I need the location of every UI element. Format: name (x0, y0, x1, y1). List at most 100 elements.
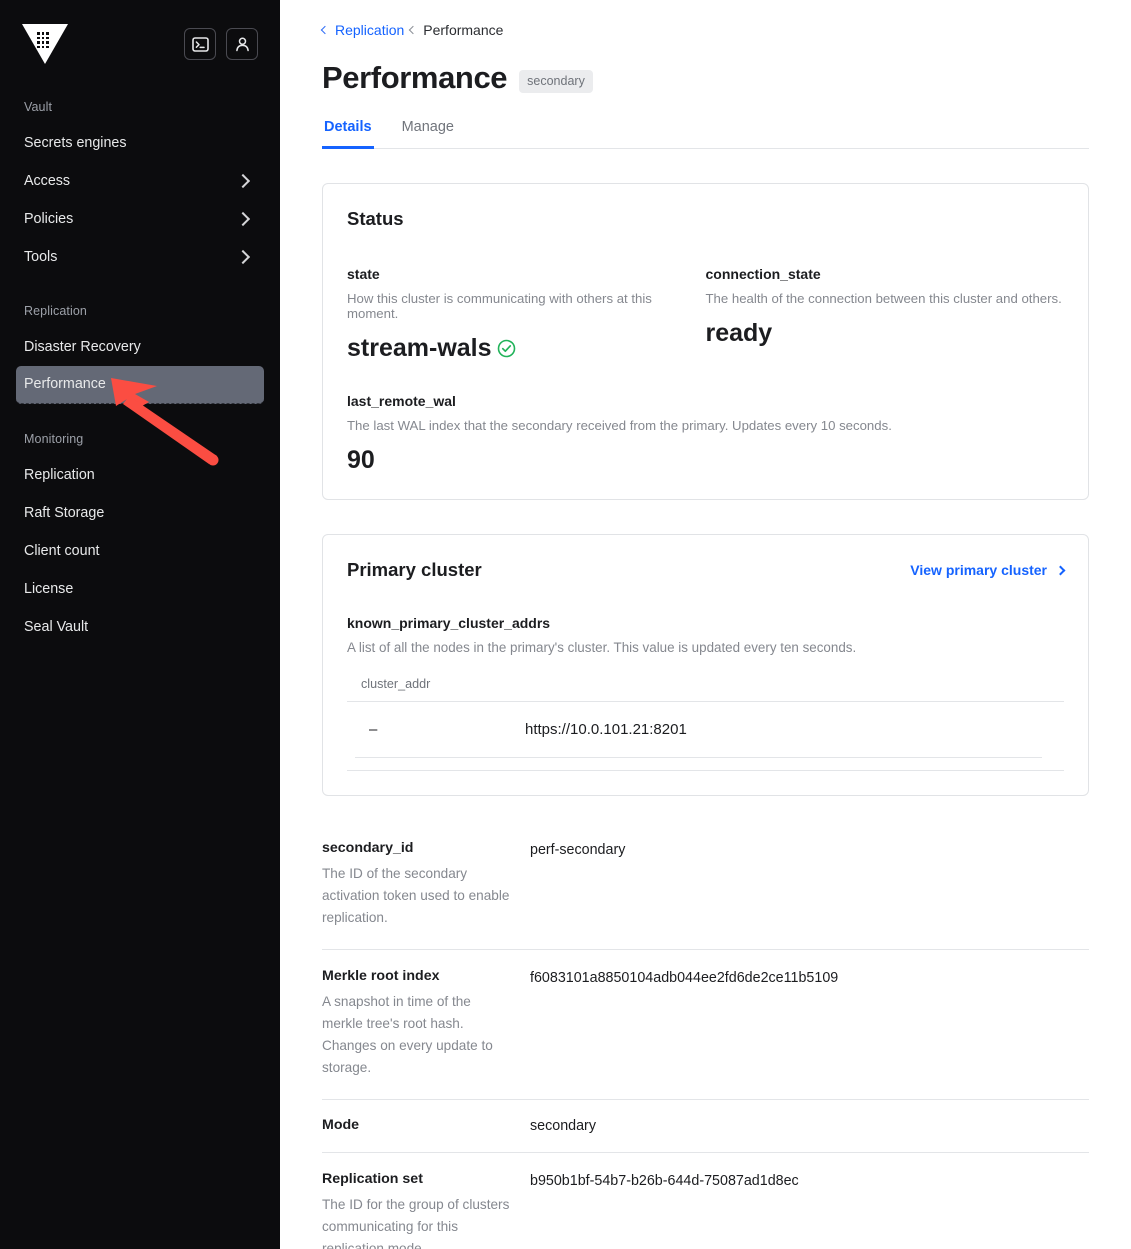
detail-value: perf-secondary (530, 842, 626, 858)
sidebar-heading-replication: Replication (24, 304, 87, 318)
sidebar-item-seal-vault[interactable]: Seal Vault (16, 608, 264, 646)
replication-details-list: secondary_id The ID of the secondary act… (322, 840, 1089, 1249)
tab-bar: Details Manage (322, 118, 1089, 149)
primary-cluster-title: Primary cluster (347, 559, 482, 580)
sidebar-heading-monitoring: Monitoring (24, 432, 84, 446)
page-title-row: Performance secondary (322, 60, 1089, 96)
sidebar-item-label: Secrets engines (24, 134, 127, 151)
chevron-left-icon (409, 25, 418, 35)
cluster-addr-value: https://10.0.101.21:8201 (525, 721, 687, 738)
vault-logo-dots (37, 32, 53, 49)
tab-details[interactable]: Details (322, 119, 374, 149)
status-card: Status state How this cluster is communi… (322, 183, 1089, 500)
sidebar-actions (184, 28, 258, 60)
sidebar-item-access[interactable]: Access (16, 162, 264, 200)
detail-value: b950b1bf-54b7-b26b-644d-75087ad1d8ec (530, 1173, 799, 1190)
detail-row-merkle-root-index: Merkle root index A snapshot in time of … (322, 950, 1089, 1101)
detail-label-block: Mode (322, 1117, 530, 1133)
view-primary-cluster-link[interactable]: View primary cluster (910, 562, 1066, 578)
detail-label: Replication set (322, 1171, 423, 1188)
terminal-icon (191, 36, 209, 52)
table-column-header-cluster-addr: cluster_addr (347, 677, 1064, 702)
detail-label: Mode (322, 1117, 360, 1134)
primary-cluster-card: Primary cluster View primary cluster kno… (322, 534, 1089, 796)
sidebar-item-client-count[interactable]: Client count (16, 532, 264, 570)
sidebar-item-label: Replication (24, 466, 95, 483)
sidebar-item-performance[interactable]: Performance (16, 366, 264, 404)
sidebar-item-label: Policies (24, 210, 74, 227)
chevron-right-icon (1055, 565, 1066, 575)
sidebar-heading-vault: Vault (24, 100, 53, 114)
vault-logo[interactable] (22, 21, 68, 67)
known-primary-cluster-addrs-key: known_primary_cluster_addrs (347, 615, 551, 631)
field-description: The last WAL index that the secondary re… (347, 418, 892, 433)
sidebar-item-label: Disaster Recovery (24, 338, 141, 355)
state-value-text: stream-wals (347, 334, 492, 362)
sidebar-item-label: License (24, 580, 74, 597)
sidebar-item-label: Tools (24, 248, 58, 265)
sidebar-item-disaster-recovery[interactable]: Disaster Recovery (16, 328, 264, 366)
field-value: stream-wals (347, 334, 706, 363)
chevron-right-icon (235, 249, 251, 265)
sidebar-item-label: Client count (24, 542, 100, 559)
status-field-state: state How this cluster is communicating … (347, 266, 706, 363)
breadcrumb-link-replication[interactable]: Replication (335, 22, 404, 38)
page-title: Performance (322, 60, 508, 95)
detail-description: The ID for the group of clusters communi… (322, 1197, 510, 1249)
sidebar-item-label: Access (24, 172, 71, 189)
sidebar-item-secrets-engines[interactable]: Secrets engines (16, 124, 264, 162)
user-icon (235, 37, 249, 51)
detail-value: f6083101a8850104adb044ee2fd6de2ce11b5109 (530, 970, 839, 987)
chevron-right-icon (235, 211, 251, 227)
detail-row-secondary-id: secondary_id The ID of the secondary act… (322, 840, 1089, 951)
status-fields-grid: state How this cluster is communicating … (347, 266, 1064, 363)
console-toggle-button[interactable] (184, 28, 216, 60)
chevron-left-icon (320, 25, 330, 35)
detail-description: The ID of the secondary activation token… (322, 866, 510, 926)
detail-label: secondary_id (322, 840, 414, 856)
sidebar-item-replication[interactable]: Replication (16, 456, 264, 494)
detail-description: A snapshot in time of the merkle tree's … (322, 994, 493, 1076)
field-value: 90 (347, 446, 375, 474)
table-row: – https://10.0.101.21:8201 (355, 702, 1042, 758)
detail-label: Merkle root index (322, 968, 440, 985)
main-content: Replication Performance Performance seco… (280, 0, 1131, 1249)
row-marker: – (369, 721, 378, 738)
sidebar-item-license[interactable]: License (16, 570, 264, 608)
status-field-connection-state: connection_state The health of the conne… (706, 266, 1065, 363)
sidebar-item-raft-storage[interactable]: Raft Storage (16, 494, 264, 532)
tab-manage[interactable]: Manage (400, 119, 456, 149)
detail-row-replication-set: Replication set The ID for the group of … (322, 1153, 1089, 1249)
sidebar: Vault Secrets engines Access Policies To… (0, 0, 280, 1249)
sidebar-item-label: Performance (24, 376, 106, 393)
sidebar-item-label: Seal Vault (24, 618, 89, 635)
detail-label-block: secondary_id The ID of the secondary act… (322, 840, 530, 929)
field-description: The health of the connection between thi… (705, 291, 1062, 306)
view-primary-cluster-label: View primary cluster (910, 562, 1047, 578)
detail-row-mode: Mode secondary (322, 1100, 1089, 1154)
field-description: How this cluster is communicating with o… (347, 291, 652, 321)
primary-cluster-header: Primary cluster View primary cluster (347, 559, 1066, 581)
status-field-last-remote-wal: last_remote_wal The last WAL index that … (347, 393, 1064, 475)
chevron-right-icon (235, 173, 251, 189)
breadcrumb-current: Performance (409, 22, 504, 38)
check-circle-icon (497, 339, 515, 358)
sidebar-item-label: Raft Storage (24, 504, 105, 521)
breadcrumb: Replication Performance (320, 22, 1089, 38)
cluster-addr-table: cluster_addr – https://10.0.101.21:8201 (347, 677, 1064, 771)
status-badge: secondary (519, 70, 593, 93)
field-value: ready (705, 319, 773, 347)
detail-label-block: Merkle root index A snapshot in time of … (322, 968, 530, 1079)
sidebar-header (0, 0, 280, 72)
field-key: connection_state (705, 266, 821, 282)
known-primary-cluster-addrs-desc: A list of all the nodes in the primary's… (347, 640, 857, 655)
detail-value: secondary (530, 1118, 596, 1135)
status-card-title: Status (347, 208, 404, 229)
sidebar-item-policies[interactable]: Policies (16, 200, 264, 238)
breadcrumb-parent[interactable]: Replication (320, 22, 404, 38)
field-key: last_remote_wal (347, 393, 456, 409)
breadcrumb-label-performance: Performance (423, 22, 504, 38)
user-menu-button[interactable] (226, 28, 258, 60)
sidebar-item-tools[interactable]: Tools (16, 238, 264, 276)
detail-label-block: Replication set The ID for the group of … (322, 1171, 530, 1249)
